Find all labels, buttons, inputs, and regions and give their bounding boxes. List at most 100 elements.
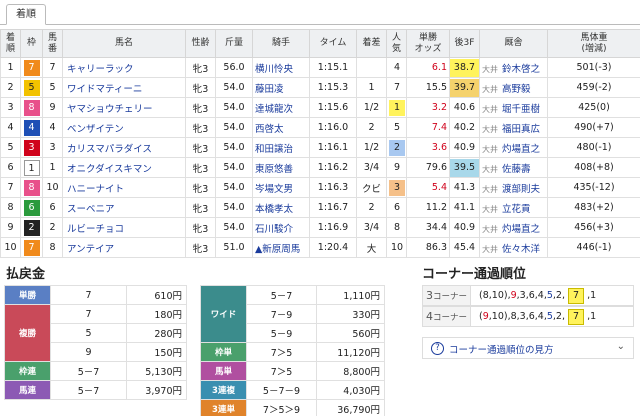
trainer-link[interactable]: 高野毅 — [502, 84, 531, 95]
time-cell: 1:15.3 — [309, 77, 357, 98]
trainer-link[interactable]: 佐々木洋 — [502, 244, 540, 255]
last3f-cell: 38.7 — [449, 57, 480, 78]
corner-3-row: 3コーナー (8,10),9,3,6,4,5,2, 7 ,1 — [422, 285, 634, 306]
margin-cell: 1/2 — [356, 137, 387, 158]
time-cell: 1:16.2 — [309, 157, 357, 178]
payout-type-label: 単勝 — [4, 285, 51, 305]
payout-combination: 7＞5 — [246, 361, 317, 381]
jockey-link[interactable]: ▲新原周馬 — [252, 237, 310, 258]
payout-combination: 7 — [50, 285, 127, 305]
payout-type-label: 枠連 — [4, 361, 51, 381]
frame-badge: 8 — [23, 179, 40, 196]
number-cell: 5 — [42, 77, 63, 98]
col-number: 馬 番 — [42, 29, 63, 58]
jockey-link[interactable]: 東原悠善 — [252, 157, 310, 178]
number-cell: 3 — [42, 137, 63, 158]
horse-name-link[interactable]: ルビーチョコ — [62, 217, 186, 238]
body-weight-cell: 501(-3) — [547, 57, 640, 78]
trainer-cell: 大井 佐々木洋 — [479, 237, 548, 258]
col-last3f: 後3F — [449, 29, 480, 58]
margin-cell: クビ — [356, 177, 387, 198]
payout-combination: 5－7 — [50, 380, 127, 400]
last3f-value: 38.7 — [450, 58, 479, 77]
horse-name-link[interactable]: ハニーナイト — [62, 177, 186, 198]
last3f-value: 40.6 — [453, 101, 476, 113]
horse-name-link[interactable]: アンテイア — [62, 237, 186, 258]
weight-cell: 56.0 — [215, 57, 253, 78]
jockey-link[interactable]: 西啓太 — [252, 117, 310, 138]
position-cell: 1 — [0, 57, 21, 78]
col-sex-age: 性齢 — [185, 29, 216, 58]
time-cell: 1:16.0 — [309, 117, 357, 138]
jockey-link[interactable]: 横川怜央 — [252, 57, 310, 78]
jockey-link[interactable]: 和田譲治 — [252, 137, 310, 158]
payout-combination: 7 — [50, 304, 127, 324]
frame-cell: 3 — [20, 137, 43, 158]
trainer-link[interactable]: 灼場直之 — [502, 144, 540, 155]
horse-name-link[interactable]: オニクダイスキマン — [62, 157, 186, 178]
position-cell: 8 — [0, 197, 21, 218]
horse-name-link[interactable]: キャリーラック — [62, 57, 186, 78]
payout-amount: 610円 — [126, 285, 187, 305]
horse-name-link[interactable]: ワイドマティーニ — [62, 77, 186, 98]
corner-title: コーナー通過順位 — [422, 267, 527, 282]
jockey-link[interactable]: 石川駿介 — [252, 217, 310, 238]
trainer-link[interactable]: 堀千亜樹 — [502, 104, 540, 115]
col-position: 着 順 — [0, 29, 21, 58]
trainer-link[interactable]: 福田真広 — [502, 124, 540, 135]
payout-combination: 5－7－9 — [246, 380, 317, 400]
col-time: タイム — [309, 29, 357, 58]
trainer-cell: 大井 灼場直之 — [479, 217, 548, 238]
trainer-cell: 大井 福田真広 — [479, 117, 548, 138]
last3f-cell: 40.2 — [449, 117, 480, 138]
table-row: 7 8 10 ハニーナイト 牝3 54.0 岑場文男 1:16.3 クビ 3 5.4 41.3 大井 渡部… — [0, 177, 640, 198]
last3f-cell: 39.7 — [449, 77, 480, 98]
trainer-cell: 大井 鈴木啓之 — [479, 57, 548, 78]
frame-cell: 5 — [20, 77, 43, 98]
col-margin: 着差 — [356, 29, 387, 58]
popularity-badge: 8 — [393, 221, 401, 233]
corner-howto-accordion[interactable]: ? コーナー通過順位の見方 ⌄ — [422, 337, 634, 359]
weight-cell: 54.0 — [215, 137, 253, 158]
jockey-link[interactable]: 本橋孝太 — [252, 197, 310, 218]
trainer-cell: 大井 灼場直之 — [479, 137, 548, 158]
col-odds: 単勝 オッズ — [406, 29, 450, 58]
payout-row: 馬単 7＞5 8,800円 — [200, 361, 385, 381]
body-weight-cell: 425(0) — [547, 97, 640, 118]
trainer-link[interactable]: 佐藤壽 — [502, 164, 531, 175]
frame-badge: 7 — [23, 239, 40, 256]
sex-age-cell: 牝3 — [185, 117, 216, 138]
jockey-link[interactable]: 藤田凌 — [252, 77, 310, 98]
payout-combination: 5 — [50, 323, 127, 343]
trainer-area: 大井 — [482, 64, 498, 74]
margin-cell: 大 — [356, 237, 387, 258]
last3f-value: 40.9 — [453, 221, 476, 233]
results-header-row: 着 順 枠 馬 番 馬名 性齢 斤量 騎手 タイム 着差 人 気 単勝 オッズ … — [0, 29, 640, 58]
trainer-link[interactable]: 立花貢 — [502, 204, 531, 215]
sex-age-cell: 牝3 — [185, 157, 216, 178]
jockey-link[interactable]: 岑場文男 — [252, 177, 310, 198]
horse-name-link[interactable]: ベンザイテン — [62, 117, 186, 138]
horse-name-link[interactable]: スーベニア — [62, 197, 186, 218]
popularity-badge: 4 — [393, 61, 401, 73]
horse-name-link[interactable]: カリスマパラダイス — [62, 137, 186, 158]
position-cell: 2 — [0, 77, 21, 98]
last3f-value: 45.4 — [453, 241, 476, 253]
trainer-link[interactable]: 鈴木啓之 — [502, 64, 540, 75]
col-jockey: 騎手 — [252, 29, 310, 58]
jockey-link[interactable]: 達城龍次 — [252, 97, 310, 118]
table-row: 5 3 3 カリスマパラダイス 牝3 54.0 和田譲治 1:16.1 1/2 2 3.6 40.9 大… — [0, 137, 640, 158]
trainer-link[interactable]: 渡部則夫 — [502, 184, 540, 195]
table-row: 8 6 6 スーベニア 牝3 54.0 本橋孝太 1:16.7 2 6 11.2 41.1 大井 立花貢 4… — [0, 197, 640, 218]
payout-amount: 180円 — [126, 304, 187, 324]
trainer-link[interactable]: 灼場直之 — [502, 224, 540, 235]
horse-name-link[interactable]: ヤマショウチェリー — [62, 97, 186, 118]
last3f-cell: 41.1 — [449, 197, 480, 218]
number-cell: 2 — [42, 217, 63, 238]
tab-results[interactable]: 着順 — [6, 4, 46, 25]
payout-row: 3連単 7＞5＞9 36,790円 — [200, 399, 385, 416]
tab-bar: 着順 — [0, 0, 640, 26]
position-cell: 10 — [0, 237, 21, 258]
trainer-area: 大井 — [482, 204, 498, 214]
popularity-badge: 2 — [389, 139, 405, 156]
